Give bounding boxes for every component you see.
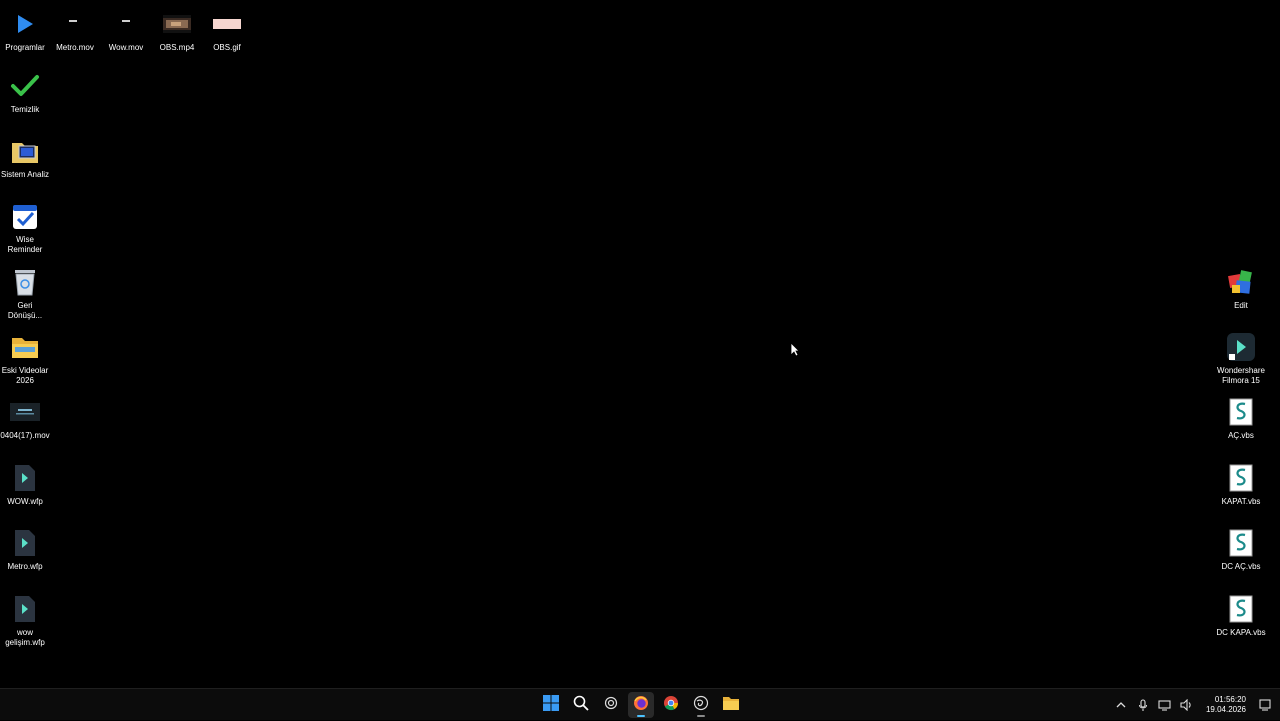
- network-icon[interactable]: [1158, 698, 1172, 712]
- taskbar-apps: [538, 689, 744, 721]
- video-file-icon: [59, 8, 91, 40]
- desktop-icon-label: Wondershare Filmora 15: [1217, 366, 1265, 385]
- desktop-icon-wow-mov[interactable]: Wow.mov: [101, 8, 151, 53]
- firefox-icon: [633, 695, 649, 716]
- desktop-icon-edit[interactable]: Edit: [1216, 266, 1266, 311]
- running-indicator: [697, 715, 705, 717]
- folder-icon: [9, 331, 41, 363]
- desktop-icon-label: Programlar: [5, 43, 45, 52]
- desktop-icon-label: WOW.wfp: [7, 497, 43, 506]
- app-button-2[interactable]: [688, 692, 714, 718]
- filmora-app-icon: [1225, 331, 1257, 363]
- desktop-icon-obs-mp4[interactable]: OBS.mp4: [152, 8, 202, 53]
- desktop-icon-eski-videolar[interactable]: Eski Videolar 2026: [0, 331, 50, 386]
- desktop-icon-wise-reminder[interactable]: Wise Reminder: [0, 200, 50, 255]
- desktop-icon-filmora[interactable]: Wondershare Filmora 15: [1216, 331, 1266, 386]
- desktop-icon-sistem-analiz[interactable]: Sistem Analiz: [0, 135, 50, 180]
- desktop-icon-0404-17-mov[interactable]: 0404(17).mov: [0, 396, 50, 441]
- desktop-icon-label: OBS.mp4: [159, 43, 195, 52]
- desktop-icon-label: Metro.mov: [56, 43, 94, 52]
- desktop-icon-recycle-bin[interactable]: Geri Dönüşü...: [0, 266, 50, 321]
- script-icon: [1225, 396, 1257, 428]
- desktop-icon-dc-ac-vbs[interactable]: DC AÇ.vbs: [1216, 527, 1266, 572]
- clock-date: 19.04.2026: [1205, 705, 1246, 714]
- search-button[interactable]: [568, 692, 594, 718]
- desktop-icon-metro-wfp[interactable]: Metro.wfp: [0, 527, 50, 572]
- desktop-icon-temizlik[interactable]: Temizlik: [0, 70, 50, 115]
- desktop-icon-label: wow gelişim.wfp: [5, 628, 45, 647]
- chrome-button[interactable]: [658, 692, 684, 718]
- desktop-icon-label: Sistem Analiz: [0, 170, 50, 179]
- notification-icon[interactable]: [1258, 698, 1272, 712]
- filmora-project-icon: [9, 462, 41, 494]
- system-tray: 01:56:20 19.04.2026: [1114, 689, 1272, 721]
- recycle-bin-icon: [9, 266, 41, 298]
- desktop-icon-label: AÇ.vbs: [1228, 431, 1254, 440]
- mouse-cursor-icon: [790, 342, 800, 362]
- desktop-icon-label: DC KAPA.vbs: [1216, 628, 1266, 637]
- desktop-icon-label: DC AÇ.vbs: [1221, 562, 1261, 571]
- clock[interactable]: 01:56:20 19.04.2026: [1202, 695, 1250, 715]
- desktop-icon-dc-kapa-vbs[interactable]: DC KAPA.vbs: [1216, 593, 1266, 638]
- windows-icon: [543, 694, 559, 716]
- taskbar: 01:56:20 19.04.2026: [0, 688, 1280, 720]
- edit-app-icon: [1225, 266, 1257, 298]
- desktop-icon-label: Edit: [1234, 301, 1248, 310]
- search-icon: [573, 695, 589, 716]
- start-button[interactable]: [538, 692, 564, 718]
- desktop-icon-label: Metro.wfp: [7, 562, 43, 571]
- desktop-icon-label: Temizlik: [10, 105, 40, 114]
- swirl-icon: [693, 695, 709, 716]
- firefox-button[interactable]: [628, 692, 654, 718]
- script-icon: [1225, 462, 1257, 494]
- desktop-icon-wow-wfp[interactable]: WOW.wfp: [0, 462, 50, 507]
- system-folder-icon: [9, 135, 41, 167]
- desktop-icon-label: Wow.mov: [108, 43, 144, 52]
- desktop-icon-wow-gelisim-wfp[interactable]: wow gelişim.wfp: [0, 593, 50, 648]
- desktop-icon-label: Wise Reminder: [7, 235, 43, 254]
- filmora-project-icon: [9, 593, 41, 625]
- file-explorer-button[interactable]: [718, 692, 744, 718]
- desktop-icon-label: Eski Videolar 2026: [1, 366, 49, 385]
- desktop-icon-programlar[interactable]: Programlar: [0, 8, 50, 53]
- microphone-icon[interactable]: [1136, 698, 1150, 712]
- chevron-up-icon[interactable]: [1114, 698, 1128, 712]
- gif-thumbnail-icon: [211, 8, 243, 40]
- video-thumbnail-icon: [9, 396, 41, 428]
- volume-icon[interactable]: [1180, 698, 1194, 712]
- desktop-icon-label: 0404(17).mov: [0, 431, 50, 440]
- script-icon: [1225, 527, 1257, 559]
- folder-icon: [722, 695, 740, 716]
- chrome-icon: [663, 695, 679, 716]
- circle-app-icon: [604, 696, 618, 715]
- clock-time: 01:56:20: [1214, 695, 1246, 704]
- video-file-icon: [110, 8, 142, 40]
- reminder-icon: [9, 200, 41, 232]
- desktop-icon-obs-gif[interactable]: OBS.gif: [202, 8, 252, 53]
- play-icon: [9, 8, 41, 40]
- desktop-icon-ac-vbs[interactable]: AÇ.vbs: [1216, 396, 1266, 441]
- active-indicator: [637, 715, 645, 717]
- video-thumbnail-icon: [161, 8, 193, 40]
- desktop-icon-label: Geri Dönüşü...: [7, 301, 43, 320]
- checkmark-icon: [9, 70, 41, 102]
- desktop-icon-kapat-vbs[interactable]: KAPAT.vbs: [1216, 462, 1266, 507]
- app-button[interactable]: [598, 692, 624, 718]
- script-icon: [1225, 593, 1257, 625]
- desktop-icon-metro-mov[interactable]: Metro.mov: [50, 8, 100, 53]
- desktop-icon-label: OBS.gif: [213, 43, 241, 52]
- filmora-project-icon: [9, 527, 41, 559]
- desktop-icon-label: KAPAT.vbs: [1221, 497, 1261, 506]
